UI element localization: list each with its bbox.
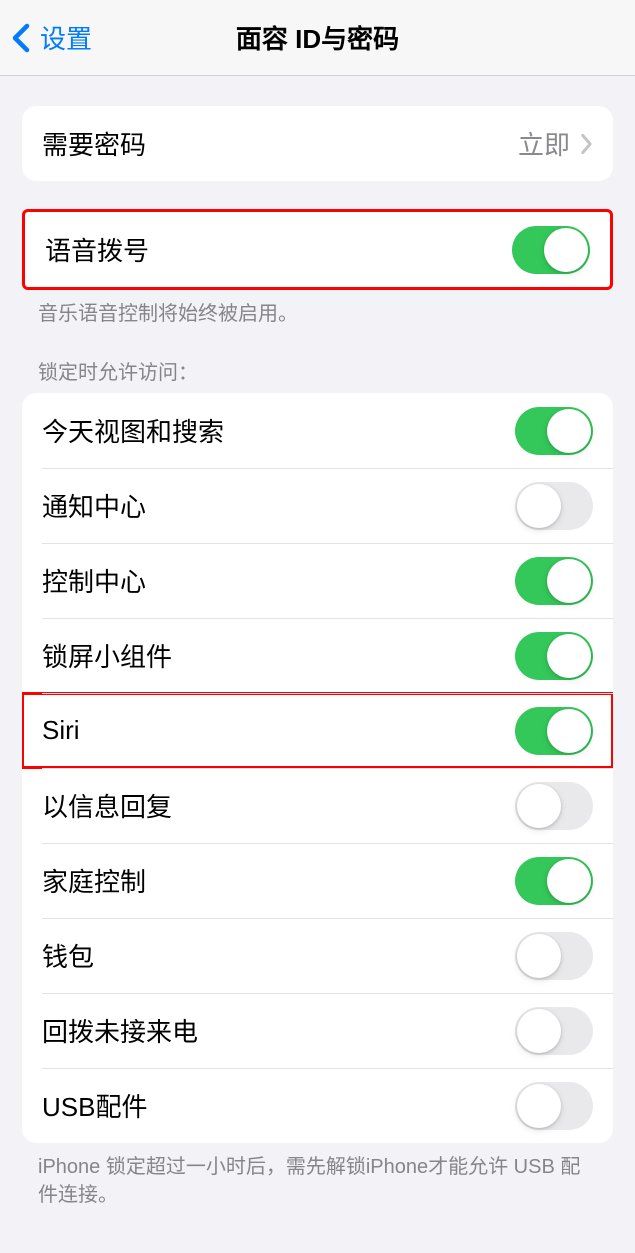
switch-knob <box>547 559 591 603</box>
lock-access-label-usb: USB配件 <box>42 1087 147 1124</box>
lock-access-row-siri: Siri <box>22 693 613 768</box>
back-button[interactable]: 设置 <box>0 19 92 56</box>
switch-knob <box>547 634 591 678</box>
lock-access-switch-control[interactable] <box>515 557 593 605</box>
passcode-group: 需要密码 立即 <box>22 106 613 181</box>
lock-access-row-widgets: 锁屏小组件 <box>22 618 613 693</box>
voice-dial-group: 语音拨号 <box>22 209 613 290</box>
voice-dial-label: 语音拨号 <box>45 231 149 268</box>
require-passcode-label: 需要密码 <box>42 125 146 162</box>
lock-access-label-siri: Siri <box>42 715 80 746</box>
lock-access-row-wallet: 钱包 <box>22 918 613 993</box>
switch-knob <box>547 409 591 453</box>
switch-knob <box>547 859 591 903</box>
lock-access-label-widgets: 锁屏小组件 <box>42 637 172 674</box>
lock-access-header: 锁定时允许访问： <box>38 356 597 385</box>
lock-access-label-home: 家庭控制 <box>42 862 146 899</box>
lock-access-label-control: 控制中心 <box>42 562 146 599</box>
switch-knob <box>517 934 561 978</box>
back-label: 设置 <box>40 19 92 56</box>
voice-dial-row: 语音拨号 <box>25 212 610 287</box>
lock-access-row-callback: 回拨未接来电 <box>22 993 613 1068</box>
lock-access-label-wallet: 钱包 <box>42 937 94 974</box>
page-title: 面容 ID与密码 <box>0 19 635 56</box>
lock-access-row-today: 今天视图和搜索 <box>22 393 613 468</box>
chevron-left-icon <box>12 23 30 53</box>
lock-access-row-control: 控制中心 <box>22 543 613 618</box>
lock-access-row-reply: 以信息回复 <box>22 768 613 843</box>
lock-access-switch-widgets[interactable] <box>515 632 593 680</box>
lock-access-row-usb: USB配件 <box>22 1068 613 1143</box>
switch-knob <box>517 1084 561 1128</box>
lock-access-label-notification: 通知中心 <box>42 487 146 524</box>
voice-dial-switch[interactable] <box>512 226 590 274</box>
switch-knob <box>517 1009 561 1053</box>
lock-access-switch-siri[interactable] <box>515 707 593 755</box>
voice-dial-footer: 音乐语音控制将始终被启用。 <box>38 300 597 328</box>
lock-access-row-home: 家庭控制 <box>22 843 613 918</box>
switch-knob <box>544 228 588 272</box>
switch-knob <box>517 484 561 528</box>
lock-access-label-reply: 以信息回复 <box>42 787 172 824</box>
switch-knob <box>517 784 561 828</box>
lock-access-switch-usb[interactable] <box>515 1082 593 1130</box>
lock-access-switch-today[interactable] <box>515 407 593 455</box>
lock-access-footer: iPhone 锁定超过一小时后，需先解锁iPhone才能允许 USB 配件连接。 <box>38 1153 597 1209</box>
navigation-bar: 设置 面容 ID与密码 <box>0 0 635 76</box>
require-passcode-row[interactable]: 需要密码 立即 <box>22 106 613 181</box>
lock-access-switch-home[interactable] <box>515 857 593 905</box>
lock-access-row-notification: 通知中心 <box>22 468 613 543</box>
lock-access-group: 今天视图和搜索通知中心控制中心锁屏小组件 Siri 以信息回复家庭控制钱包回拨未接来… <box>22 393 613 1143</box>
require-passcode-value: 立即 <box>518 125 570 162</box>
lock-access-switch-notification[interactable] <box>515 482 593 530</box>
lock-access-switch-callback[interactable] <box>515 1007 593 1055</box>
lock-access-switch-reply[interactable] <box>515 782 593 830</box>
switch-knob <box>547 709 591 753</box>
lock-access-label-today: 今天视图和搜索 <box>42 412 224 449</box>
lock-access-switch-wallet[interactable] <box>515 932 593 980</box>
chevron-right-icon <box>580 133 593 155</box>
lock-access-label-callback: 回拨未接来电 <box>42 1012 198 1049</box>
